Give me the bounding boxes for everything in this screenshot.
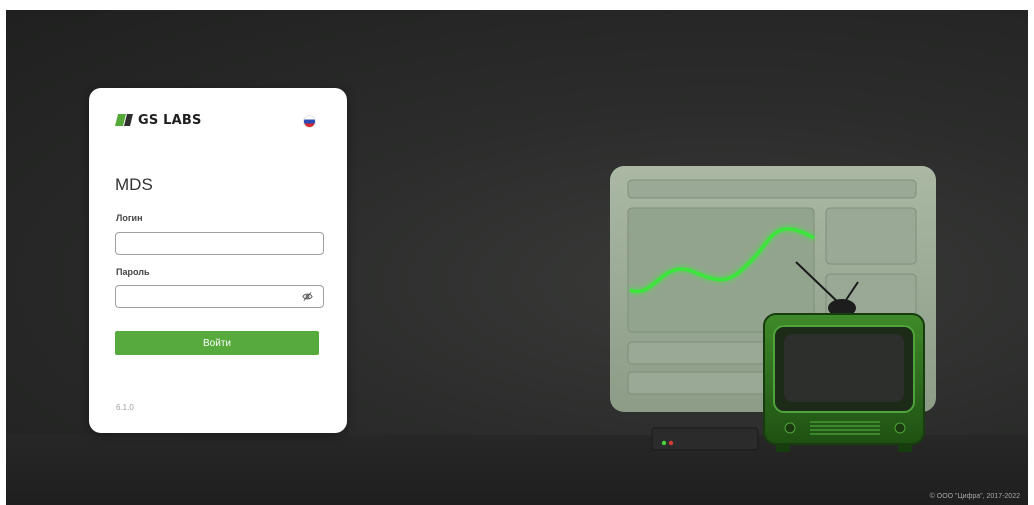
stb-led-red bbox=[668, 440, 674, 446]
app-title: MDS bbox=[115, 175, 153, 194]
tv-knob-left bbox=[784, 422, 796, 434]
brand-name: GS LABS bbox=[138, 112, 202, 128]
login-page-background: GS LABS MDS Логин Пароль Войти 6.1.0 © О… bbox=[6, 10, 1028, 505]
password-label: Пароль bbox=[116, 267, 150, 277]
illustration-graphic bbox=[610, 166, 936, 452]
version-label: 6.1.0 bbox=[116, 403, 134, 412]
eye-off-icon[interactable] bbox=[302, 291, 313, 302]
tv-knob-right bbox=[894, 422, 906, 434]
login-card: GS LABS MDS Логин Пароль Войти 6.1.0 bbox=[89, 88, 347, 433]
tv-screen bbox=[784, 334, 904, 402]
tv-leg-left bbox=[776, 444, 790, 452]
copyright-footer: © ООО "Цифра", 2017-2022 bbox=[929, 493, 1020, 500]
russian-flag-icon[interactable] bbox=[303, 115, 316, 128]
brand-logo: GS LABS bbox=[115, 112, 202, 128]
tv-leg-right bbox=[898, 444, 912, 452]
password-input[interactable] bbox=[115, 285, 324, 308]
panel-header-bar bbox=[627, 179, 917, 199]
set-top-box bbox=[651, 427, 759, 451]
dashboard-tv-illustration bbox=[604, 160, 944, 465]
stb-led-green bbox=[661, 440, 667, 446]
login-input[interactable] bbox=[115, 232, 324, 255]
login-label: Логин bbox=[116, 213, 143, 223]
login-button[interactable]: Войти bbox=[115, 331, 319, 355]
gs-labs-logo-icon bbox=[115, 114, 133, 126]
side-widget-top bbox=[825, 207, 917, 265]
